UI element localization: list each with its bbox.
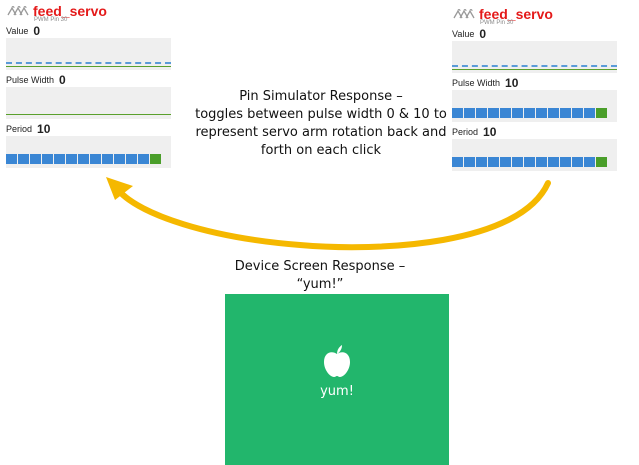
device-screen-description: Device Screen Response – “yum!” — [220, 258, 420, 294]
device-screen-line: “yum!” — [296, 277, 344, 292]
apple-icon — [324, 345, 350, 377]
device-screen-line: Device Screen Response – — [234, 259, 406, 274]
screen-message: yum! — [320, 384, 354, 399]
device-screen: yum! — [225, 294, 449, 465]
